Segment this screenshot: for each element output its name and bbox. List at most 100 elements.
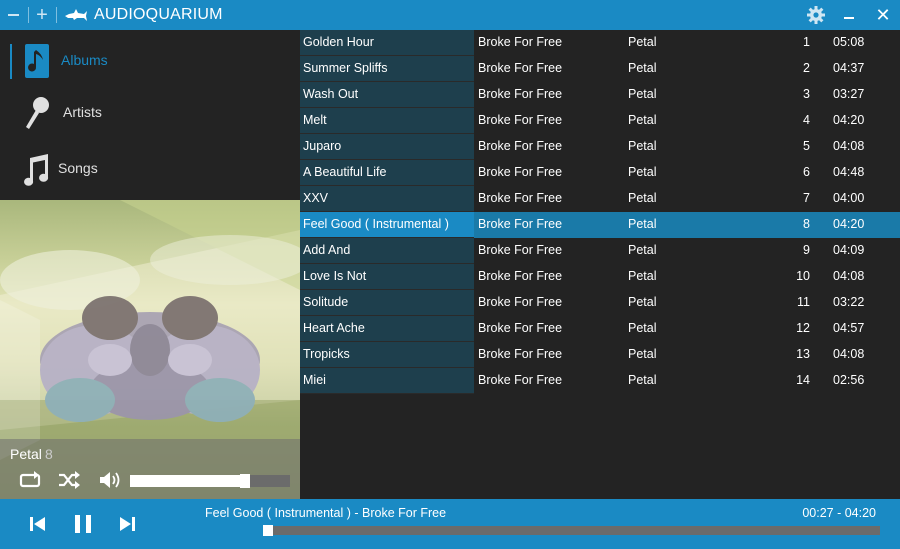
track-album: Petal [628,243,657,257]
pause-icon[interactable] [72,513,94,535]
track-title: Summer Spliffs [300,56,474,82]
track-title: Golden Hour [300,30,474,56]
track-album: Petal [628,165,657,179]
track-title: Add And [300,238,474,264]
track-album: Petal [628,217,657,231]
track-duration: 04:37 [833,61,865,75]
track-duration: 03:27 [833,87,865,101]
volume-thumb[interactable] [240,474,250,488]
track-artist: Broke For Free [478,243,563,257]
selected-indicator [10,44,12,79]
player-bar: Feel Good ( Instrumental ) - Broke For F… [0,499,900,549]
divider [28,7,29,23]
track-artist: Broke For Free [478,139,563,153]
track-duration: 04:08 [833,269,865,283]
sidebar-item-label: Albums [61,52,108,68]
volume-slider[interactable] [130,474,290,488]
track-duration: 04:20 [833,113,865,127]
track-number: 6 [803,165,810,179]
track-title: Solitude [300,290,474,316]
track-duration: 05:08 [833,35,865,49]
table-row[interactable]: Feel Good ( Instrumental ) Broke For Free… [300,212,900,238]
track-number: 3 [803,87,810,101]
track-artist: Broke For Free [478,61,563,75]
track-number: 14 [796,373,810,387]
table-row[interactable]: Summer Spliffs Broke For Free Petal 2 04:37 [300,56,900,82]
close-icon[interactable]: ✕ [873,5,893,25]
track-artist: Broke For Free [478,165,563,179]
sidebar-item-label: Artists [63,104,102,120]
track-number: 12 [796,321,810,335]
table-row[interactable]: Golden Hour Broke For Free Petal 1 05:08 [300,30,900,56]
track-duration: 04:57 [833,321,865,335]
track-table: Golden Hour Broke For Free Petal 1 05:08 Summ… [300,30,900,499]
track-number: 5 [803,139,810,153]
album-art: Petal 8 [0,200,300,499]
track-artist: Broke For Free [478,35,563,49]
add-icon[interactable]: + [33,5,51,25]
track-artist: Broke For Free [478,191,563,205]
time-display: 00:27 - 04:20 [802,506,876,520]
track-album: Petal [628,321,657,335]
volume-icon[interactable] [99,470,121,490]
track-title: Melt [300,108,474,134]
table-row[interactable]: Tropicks Broke For Free Petal 13 04:08 [300,342,900,368]
sidebar-item-songs[interactable]: Songs [0,142,300,194]
track-number: 1 [803,35,810,49]
track-album: Petal [628,295,657,309]
minimize-window-icon[interactable] [840,5,858,25]
track-album: Petal [628,35,657,49]
track-album: Petal [628,87,657,101]
minimize-icon[interactable] [6,5,22,25]
gear-icon[interactable] [806,5,826,25]
sidebar-item-albums[interactable]: Albums [0,34,300,86]
table-row[interactable]: Melt Broke For Free Petal 4 04:20 [300,108,900,134]
sidebar: Albums Artists Songs [0,30,300,200]
shuffle-icon[interactable] [58,471,80,489]
track-artist: Broke For Free [478,269,563,283]
track-artist: Broke For Free [478,87,563,101]
track-number: 10 [796,269,810,283]
table-row[interactable]: Wash Out Broke For Free Petal 3 03:27 [300,82,900,108]
track-artist: Broke For Free [478,295,563,309]
track-duration: 04:00 [833,191,865,205]
volume-fill [130,475,245,487]
table-row[interactable]: Solitude Broke For Free Petal 11 03:22 [300,290,900,316]
track-artist: Broke For Free [478,373,563,387]
table-row[interactable]: Juparo Broke For Free Petal 5 04:08 [300,134,900,160]
track-album: Petal [628,269,657,283]
track-artist: Broke For Free [478,321,563,335]
track-number: 2 [803,61,810,75]
track-title: A Beautiful Life [300,160,474,186]
divider [56,7,57,23]
seek-bar[interactable] [200,525,880,536]
table-row[interactable]: A Beautiful Life Broke For Free Petal 6 04:4… [300,160,900,186]
track-number: 8 [803,217,810,231]
previous-icon[interactable] [28,515,48,533]
app-title: AUDIOQUARIUM [94,6,223,23]
sidebar-item-label: Songs [58,160,98,176]
microphone-icon [26,97,49,129]
track-title: Feel Good ( Instrumental ) [300,212,474,238]
table-row[interactable]: Miei Broke For Free Petal 14 02:56 [300,368,900,394]
track-duration: 04:48 [833,165,865,179]
title-bar: + AUDIOQUARIUM ✕ [0,0,900,30]
repeat-icon[interactable] [19,470,41,490]
track-title: Love Is Not [300,264,474,290]
track-artist: Broke For Free [478,113,563,127]
track-album: Petal [628,191,657,205]
seek-thumb[interactable] [263,525,273,536]
music-notes-icon [24,154,49,186]
table-row[interactable]: Love Is Not Broke For Free Petal 10 04:08 [300,264,900,290]
shark-logo-icon [65,9,87,21]
table-row[interactable]: Add And Broke For Free Petal 9 04:09 [300,238,900,264]
table-row[interactable]: Heart Ache Broke For Free Petal 12 04:57 [300,316,900,342]
track-album: Petal [628,61,657,75]
seek-fill [200,526,268,535]
track-duration: 04:09 [833,243,865,257]
table-row[interactable]: XXV Broke For Free Petal 7 04:00 [300,186,900,212]
sidebar-item-artists[interactable]: Artists [0,86,300,138]
track-duration: 04:20 [833,217,865,231]
next-icon[interactable] [117,515,137,533]
track-album: Petal [628,113,657,127]
